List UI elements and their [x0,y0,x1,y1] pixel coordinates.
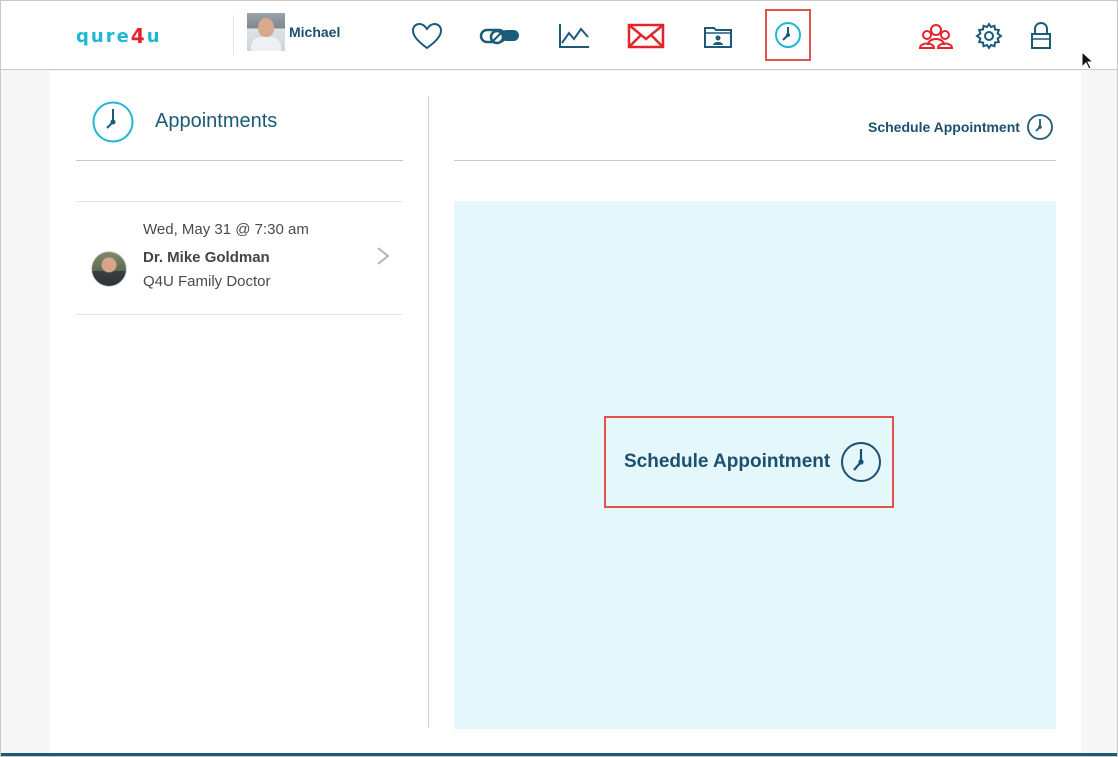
schedule-appointment-button[interactable]: Schedule Appointment [604,416,894,508]
user-profile[interactable]: Michael [247,13,340,51]
divider [233,15,234,55]
family-icon[interactable] [918,19,954,53]
clock-icon [91,100,135,149]
appointment-list-item[interactable]: Wed, May 31 @ 7:30 am Dr. Mike Goldman Q… [76,201,403,314]
chart-line-icon[interactable] [557,19,591,53]
heart-icon[interactable] [410,19,444,53]
lock-icon[interactable] [1029,19,1053,53]
logo-text-mid: 4 [130,24,147,48]
footer-bar [1,753,1117,756]
records-folder-icon[interactable] [703,19,733,53]
clock-icon[interactable] [765,9,811,61]
doctor-name: Dr. Mike Goldman [143,249,270,266]
divider [76,314,403,315]
logo-text-left: qure [76,25,131,47]
avatar [247,13,285,51]
page-title: Appointments [155,110,278,132]
chevron-right-icon [375,245,391,272]
user-name: Michael [289,24,341,40]
logo-text-right: u [146,25,162,47]
appointment-date: Wed, May 31 @ 7:30 am [143,221,309,238]
divider [454,160,1056,161]
clock-icon[interactable] [1026,113,1054,146]
column-divider [428,96,429,728]
divider [76,160,403,161]
avatar [91,251,127,287]
mouse-cursor-icon [1081,50,1095,76]
doctor-role: Q4U Family Doctor [143,273,271,290]
clock-icon [840,441,882,483]
top-navbar: qure 4 u Michael [1,1,1117,70]
brand-logo[interactable]: qure 4 u [76,24,162,48]
gear-icon[interactable] [975,19,1003,53]
schedule-appointment-link[interactable]: Schedule Appointment [868,119,1020,135]
pills-icon[interactable] [479,19,521,53]
schedule-button-label: Schedule Appointment [624,451,831,472]
mail-icon[interactable] [627,19,665,53]
